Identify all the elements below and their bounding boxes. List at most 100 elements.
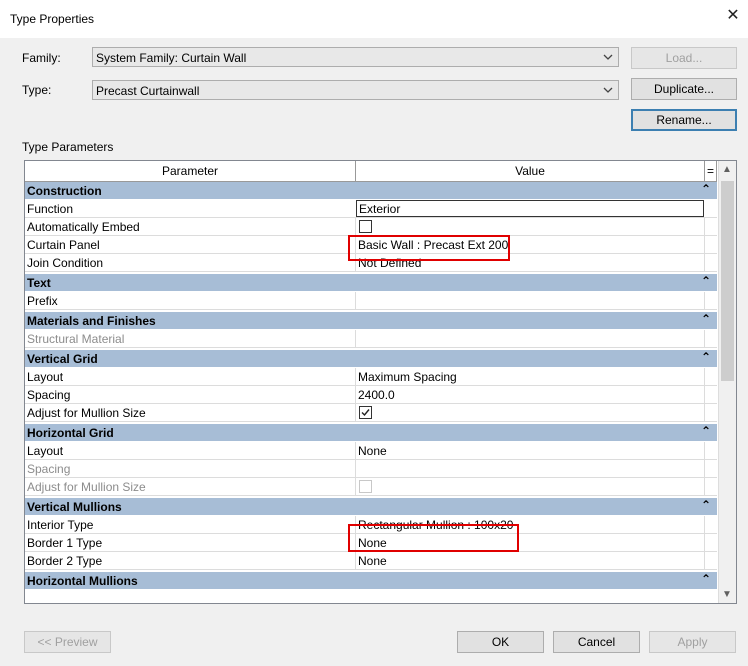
scroll-down-icon[interactable]: ▼ (722, 589, 732, 600)
column-divider (355, 330, 356, 348)
column-divider (704, 478, 705, 496)
param-name: Interior Type (27, 518, 94, 532)
close-icon[interactable]: ✕ (726, 8, 740, 24)
group-vertical-grid[interactable]: Vertical Grid ⌃ (25, 350, 717, 368)
param-name: Function (27, 202, 74, 216)
load-button[interactable]: Load... (631, 47, 737, 69)
ok-button[interactable]: OK (457, 631, 544, 653)
group-horizontal-grid[interactable]: Horizontal Grid ⌃ (25, 424, 717, 442)
table-row[interactable]: Automatically Embed (25, 218, 717, 236)
type-dropdown[interactable]: Precast Curtainwall (92, 80, 619, 100)
highlight-box-curtain-panel (348, 235, 510, 261)
type-parameters-label: Type Parameters (22, 140, 114, 154)
formula-column-header[interactable]: = (705, 161, 717, 181)
family-label: Family: (22, 51, 61, 65)
family-value: System Family: Curtain Wall (96, 51, 247, 65)
table-row[interactable]: Layout None (25, 442, 717, 460)
table-row[interactable]: Border 2 Type None (25, 552, 717, 570)
param-value[interactable]: None (358, 444, 387, 458)
param-value[interactable]: Maximum Spacing (358, 370, 457, 384)
param-name: Automatically Embed (27, 220, 140, 234)
group-label: Vertical Mullions (27, 500, 122, 514)
cancel-button[interactable]: Cancel (553, 631, 640, 653)
group-label: Horizontal Grid (27, 426, 114, 440)
param-name: Curtain Panel (27, 238, 100, 252)
double-chevron-up-icon[interactable]: ⌃ (701, 498, 711, 512)
type-label: Type: (22, 83, 52, 97)
column-divider (704, 442, 705, 460)
group-materials[interactable]: Materials and Finishes ⌃ (25, 312, 717, 330)
param-value[interactable]: 2400.0 (358, 388, 395, 402)
column-divider (704, 236, 705, 254)
double-chevron-up-icon[interactable]: ⌃ (701, 572, 711, 586)
column-divider (355, 552, 356, 570)
column-divider (355, 368, 356, 386)
double-chevron-up-icon[interactable]: ⌃ (701, 274, 711, 288)
scroll-up-icon[interactable]: ▲ (722, 164, 732, 175)
param-name: Join Condition (27, 256, 104, 270)
column-divider (704, 368, 705, 386)
adjust-mullion-checkbox[interactable] (359, 480, 372, 493)
column-divider (355, 386, 356, 404)
column-divider (704, 534, 705, 552)
param-value: Exterior (359, 202, 401, 216)
function-value-field[interactable]: Exterior (356, 200, 704, 217)
table-row[interactable]: Structural Material (25, 330, 717, 348)
group-label: Horizontal Mullions (27, 574, 138, 588)
param-value[interactable]: None (358, 554, 387, 568)
title-bar: Type Properties ✕ (0, 0, 748, 38)
type-value: Precast Curtainwall (96, 84, 200, 98)
double-chevron-up-icon[interactable]: ⌃ (701, 350, 711, 364)
adjust-mullion-checkbox[interactable] (359, 406, 372, 419)
group-label: Construction (27, 184, 102, 198)
table-row[interactable]: Prefix (25, 292, 717, 310)
duplicate-button[interactable]: Duplicate... (631, 78, 737, 100)
column-divider (704, 552, 705, 570)
param-name: Spacing (27, 388, 71, 402)
table-row[interactable]: Layout Maximum Spacing (25, 368, 717, 386)
param-name: Border 2 Type (27, 554, 103, 568)
checkmark-icon (361, 409, 370, 417)
group-horizontal-mullions[interactable]: Horizontal Mullions ⌃ (25, 572, 717, 590)
column-divider (704, 404, 705, 422)
param-name: Adjust for Mullion Size (27, 480, 146, 494)
table-row[interactable]: Function Exterior (25, 200, 717, 218)
param-name: Structural Material (27, 332, 125, 346)
column-divider (704, 292, 705, 310)
column-divider (704, 516, 705, 534)
table-row[interactable]: Adjust for Mullion Size (25, 404, 717, 422)
rename-button[interactable]: Rename... (631, 109, 737, 131)
table-row[interactable]: Adjust for Mullion Size (25, 478, 717, 496)
column-divider (355, 442, 356, 460)
double-chevron-up-icon[interactable]: ⌃ (701, 424, 711, 438)
auto-embed-checkbox[interactable] (359, 220, 372, 233)
group-text[interactable]: Text ⌃ (25, 274, 717, 292)
highlight-box-interior-type (348, 524, 519, 552)
grid-header: Parameter Value = (25, 161, 717, 182)
group-vertical-mullions[interactable]: Vertical Mullions ⌃ (25, 498, 717, 516)
group-label: Text (27, 276, 51, 290)
column-divider (704, 330, 705, 348)
apply-button[interactable]: Apply (649, 631, 736, 653)
table-row[interactable]: Spacing 2400.0 (25, 386, 717, 404)
group-construction[interactable]: Construction ⌃ (25, 182, 717, 200)
parameter-column-header[interactable]: Parameter (25, 161, 356, 181)
vertical-scrollbar[interactable]: ▲ ▼ (718, 161, 736, 603)
value-column-header[interactable]: Value (356, 161, 705, 181)
double-chevron-up-icon[interactable]: ⌃ (701, 182, 711, 196)
column-divider (355, 404, 356, 422)
column-divider (704, 460, 705, 478)
window-title: Type Properties (10, 12, 95, 26)
column-divider (355, 478, 356, 496)
family-dropdown[interactable]: System Family: Curtain Wall (92, 47, 619, 67)
group-label: Materials and Finishes (27, 314, 156, 328)
double-chevron-up-icon[interactable]: ⌃ (701, 312, 711, 326)
column-divider (355, 218, 356, 236)
table-row[interactable]: Spacing (25, 460, 717, 478)
param-name: Prefix (27, 294, 58, 308)
scrollbar-thumb[interactable] (721, 181, 734, 381)
column-divider (704, 386, 705, 404)
param-name: Layout (27, 444, 64, 458)
chevron-down-icon (603, 87, 613, 93)
preview-button[interactable]: << Preview (24, 631, 111, 653)
